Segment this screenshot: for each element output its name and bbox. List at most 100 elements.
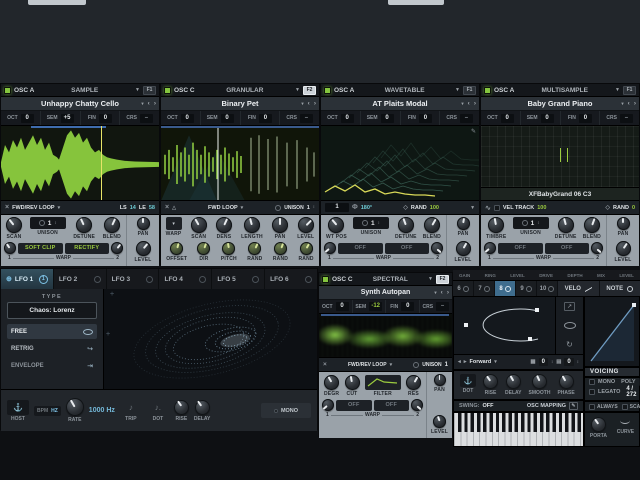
triplet-button[interactable]: ♪ bbox=[120, 400, 142, 415]
level-knob[interactable] bbox=[616, 241, 631, 256]
motion-path-editor[interactable] bbox=[453, 296, 556, 355]
chevron-down-icon[interactable]: ▾ bbox=[494, 359, 497, 365]
multisample-name-bar[interactable]: XFBabyGrand 06 C3 bbox=[481, 188, 639, 201]
osc-enable-led[interactable] bbox=[484, 87, 491, 94]
chevron-down-icon[interactable]: ▼ bbox=[428, 276, 433, 282]
rand-value[interactable]: 0 bbox=[632, 205, 635, 211]
pan-knob[interactable] bbox=[617, 217, 630, 230]
rise-knob[interactable] bbox=[483, 374, 498, 389]
rand-value[interactable]: 100 bbox=[430, 205, 439, 211]
lfo-mode-envelope[interactable]: ENVELOPE⇥ bbox=[7, 358, 97, 373]
curve-icon[interactable] bbox=[620, 417, 630, 424]
next-preset-button[interactable]: › bbox=[634, 100, 636, 107]
level-knob[interactable] bbox=[456, 241, 471, 256]
pitch-knob[interactable] bbox=[222, 242, 235, 255]
warp2-mode-select[interactable]: RECTIFY bbox=[65, 243, 110, 254]
mono-checkbox[interactable] bbox=[589, 379, 595, 385]
rise-knob[interactable] bbox=[174, 400, 189, 415]
oct-control[interactable]: OCT0 bbox=[161, 111, 201, 125]
osc-mode-select[interactable]: MULTISAMPLE bbox=[517, 87, 612, 94]
preset-bar[interactable]: Unhappy Chatty Cello ▾ ‹ › bbox=[1, 97, 159, 111]
workspace-tab[interactable] bbox=[388, 0, 444, 5]
warp2-mode-select[interactable]: OFF bbox=[385, 243, 430, 254]
rand-knob[interactable] bbox=[274, 242, 287, 255]
loop-start-value[interactable]: 14 bbox=[130, 205, 136, 211]
chevron-down-icon[interactable]: ▾ bbox=[58, 205, 61, 211]
loop-mode-select[interactable]: FWD/REV LOOP bbox=[12, 205, 54, 211]
chevron-down-icon[interactable]: ▼ bbox=[615, 87, 620, 93]
curve-icon[interactable]: ∿ bbox=[485, 204, 491, 212]
blend-knob[interactable] bbox=[424, 217, 440, 233]
osc-mode-select[interactable]: SAMPLE bbox=[37, 87, 132, 94]
mod-tab-9[interactable]: 9 bbox=[516, 281, 536, 296]
playhead-marker[interactable] bbox=[101, 126, 102, 200]
lfo-mode-retrig[interactable]: RETRIG↪ bbox=[7, 341, 97, 356]
loop-end-value[interactable]: 58 bbox=[149, 205, 155, 211]
lfo-type-select[interactable]: Chaos: Lorenz bbox=[7, 302, 97, 319]
prev-preset-button[interactable]: ‹ bbox=[468, 100, 470, 107]
preset-name[interactable]: Synth Autopan bbox=[361, 289, 411, 296]
rand-icon[interactable]: ◇ bbox=[605, 204, 610, 211]
next-preset-button[interactable]: › bbox=[314, 100, 316, 107]
warp1-mode-select[interactable]: OFF bbox=[498, 243, 543, 254]
multisample-file-name[interactable]: XFBabyGrand 06 C3 bbox=[529, 191, 592, 198]
sem-control[interactable]: SEM0 bbox=[361, 111, 401, 125]
sync-anchor-button[interactable]: ⚓ bbox=[460, 374, 476, 387]
mod-tab-6[interactable]: 6 bbox=[453, 281, 473, 296]
osc-mode-select[interactable]: SPECTRAL bbox=[356, 276, 425, 283]
next-preset-button[interactable]: › bbox=[474, 100, 476, 107]
chevron-down-icon[interactable]: ▾ bbox=[390, 362, 393, 368]
smooth-knob[interactable] bbox=[532, 374, 547, 389]
vel-track-checkbox[interactable] bbox=[494, 205, 500, 211]
mod-tab-8[interactable]: 8 bbox=[495, 281, 515, 296]
level-knob[interactable] bbox=[433, 415, 446, 428]
cut-knob[interactable] bbox=[345, 375, 360, 390]
hz-option[interactable]: HZ bbox=[51, 408, 58, 414]
dens-knob[interactable] bbox=[216, 217, 232, 233]
prev-preset-button[interactable]: ‹ bbox=[628, 100, 630, 107]
multisample-zone-display[interactable] bbox=[481, 126, 639, 188]
warp1-mode-select[interactable]: OFF bbox=[338, 243, 383, 254]
chevron-down-icon[interactable]: ▾ bbox=[141, 101, 143, 107]
warp2-knob[interactable] bbox=[591, 242, 603, 254]
steps-value[interactable]: 0 bbox=[564, 358, 573, 366]
bpm-option[interactable]: BPM bbox=[37, 408, 48, 414]
osc-mode-select[interactable]: GRANULAR bbox=[198, 87, 292, 94]
scan-knob[interactable] bbox=[6, 217, 22, 233]
offset-knob[interactable] bbox=[170, 242, 183, 255]
osc-enable-led[interactable] bbox=[322, 276, 329, 283]
preset-name[interactable]: AT Plaits Modal bbox=[372, 99, 427, 108]
warp1-mode-select[interactable]: OFF bbox=[336, 400, 372, 411]
level-knob[interactable] bbox=[136, 241, 151, 256]
chevron-down-icon[interactable]: ▾ bbox=[461, 101, 463, 107]
pencil-icon[interactable]: ✎ bbox=[569, 402, 578, 410]
unison-value[interactable]: 1 bbox=[445, 362, 448, 368]
oct-control[interactable]: OCT0 bbox=[321, 111, 361, 125]
loop-mode-select[interactable]: FWD LOOP bbox=[208, 205, 238, 211]
dotted-button[interactable]: ♪. bbox=[147, 400, 169, 415]
rate-value[interactable]: 1000 Hz bbox=[89, 407, 115, 414]
legato-checkbox[interactable] bbox=[589, 389, 595, 395]
chevron-down-icon[interactable]: ▼ bbox=[470, 205, 475, 211]
preset-bar[interactable]: Baby Grand Piano ▾ ‹ › bbox=[481, 97, 639, 111]
scaled-checkbox[interactable] bbox=[622, 404, 628, 410]
warp1-mode-select[interactable]: SOFT CLIP bbox=[18, 243, 63, 254]
frame-number[interactable]: 1 bbox=[325, 203, 349, 212]
grid-icon[interactable]: ▦ bbox=[530, 359, 535, 365]
preset-bar[interactable]: Synth Autopan ▾ ‹ › bbox=[319, 286, 452, 300]
warp2-mode-select[interactable]: OFF bbox=[374, 400, 410, 411]
chevron-down-icon[interactable]: ▼ bbox=[455, 87, 460, 93]
granular-waveform-display[interactable] bbox=[161, 126, 319, 201]
unison-control[interactable]: 1↕ bbox=[353, 217, 389, 229]
dir-knob[interactable] bbox=[197, 242, 210, 255]
close-icon[interactable]: × bbox=[165, 204, 169, 211]
vel-track-value[interactable]: 100 bbox=[537, 205, 546, 211]
grain-shape-icon[interactable]: △ bbox=[172, 205, 176, 211]
fx-routing-button[interactable]: F1 bbox=[623, 86, 636, 95]
warp1-knob[interactable] bbox=[484, 242, 496, 254]
next-preset-button[interactable]: › bbox=[154, 100, 156, 107]
wtpos-knob[interactable] bbox=[328, 217, 344, 233]
oct-control[interactable]: OCT0 bbox=[319, 300, 353, 313]
velocity-curve-panel[interactable] bbox=[584, 296, 640, 367]
fx-routing-button[interactable]: F1 bbox=[463, 86, 476, 95]
